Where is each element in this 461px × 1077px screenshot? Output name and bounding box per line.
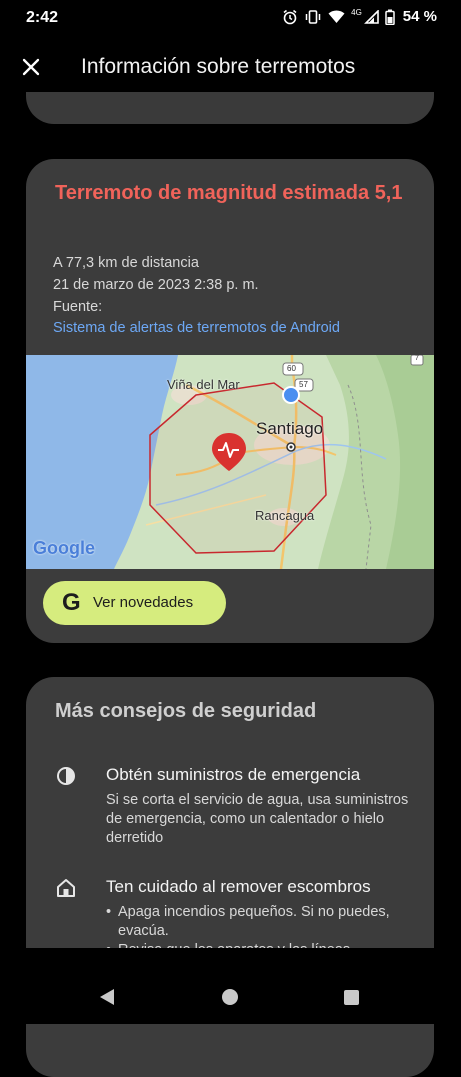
see-updates-button[interactable]: G Ver novedades (43, 581, 226, 625)
map-shield-60: 60 (287, 364, 296, 373)
network-type: 4G (351, 8, 362, 17)
alert-distance: A 77,3 km de distancia (53, 255, 199, 271)
alert-datetime: 21 de marzo de 2023 2:38 p. m. (53, 277, 259, 293)
close-icon (22, 58, 40, 76)
back-icon[interactable] (99, 988, 115, 1006)
home-button[interactable] (222, 989, 238, 1005)
status-time: 2:42 (26, 9, 59, 26)
battery-percent: 54 % (402, 8, 437, 25)
tips-title: Más consejos de seguridad (55, 700, 317, 722)
close-button[interactable] (16, 52, 46, 82)
status-icons: 4G 54 % (282, 8, 437, 25)
earthquake-map[interactable]: 60 57 7 Viña del Mar Santiago Rancagua G… (26, 355, 434, 569)
google-g-icon: G (62, 589, 81, 616)
app-bar: Información sobre terremotos (0, 36, 461, 98)
map-shield-7: 7 (415, 355, 419, 362)
battery-icon (385, 9, 395, 25)
see-updates-label: Ver novedades (93, 594, 194, 611)
google-logo: Google (33, 538, 95, 558)
earthquake-alert-card: Terremoto de magnitud estimada 5,1 A 77,… (26, 159, 434, 643)
status-bar: 2:42 4G 54 % (0, 0, 461, 36)
alert-source-link[interactable]: Sistema de alertas de terremotos de Andr… (53, 320, 340, 336)
map-label-vina-del-mar: Viña del Mar (167, 377, 240, 392)
map-label-santiago: Santiago (256, 419, 324, 438)
map-label-rancagua: Rancagua (255, 508, 315, 523)
page-title: Información sobre terremotos (81, 55, 356, 78)
tip-heading-supplies: Obtén suministros de emergencia (106, 765, 361, 784)
bullet-dot: • (106, 904, 112, 920)
house-icon (57, 879, 75, 897)
tip-body-supplies: Si se corta el servicio de agua, usa sum… (106, 792, 409, 846)
recent-apps-button[interactable] (344, 990, 359, 1005)
previous-card-edge (26, 92, 434, 124)
map-shield-57: 57 (299, 380, 308, 389)
signal-icon (363, 9, 379, 24)
alert-title: Terremoto de magnitud estimada 5,1 (55, 182, 403, 204)
tip-bullet-1: Apaga incendios pequeños. Si no puedes, … (118, 904, 390, 939)
navigation-bar (0, 948, 461, 1024)
alarm-icon (283, 9, 297, 24)
alert-source-label: Fuente: (53, 299, 103, 315)
contrast-icon (57, 767, 75, 785)
wifi-icon (328, 10, 345, 23)
tip-heading-debris: Ten cuidado al remover escombros (106, 877, 371, 896)
vibrate-icon (305, 9, 321, 24)
